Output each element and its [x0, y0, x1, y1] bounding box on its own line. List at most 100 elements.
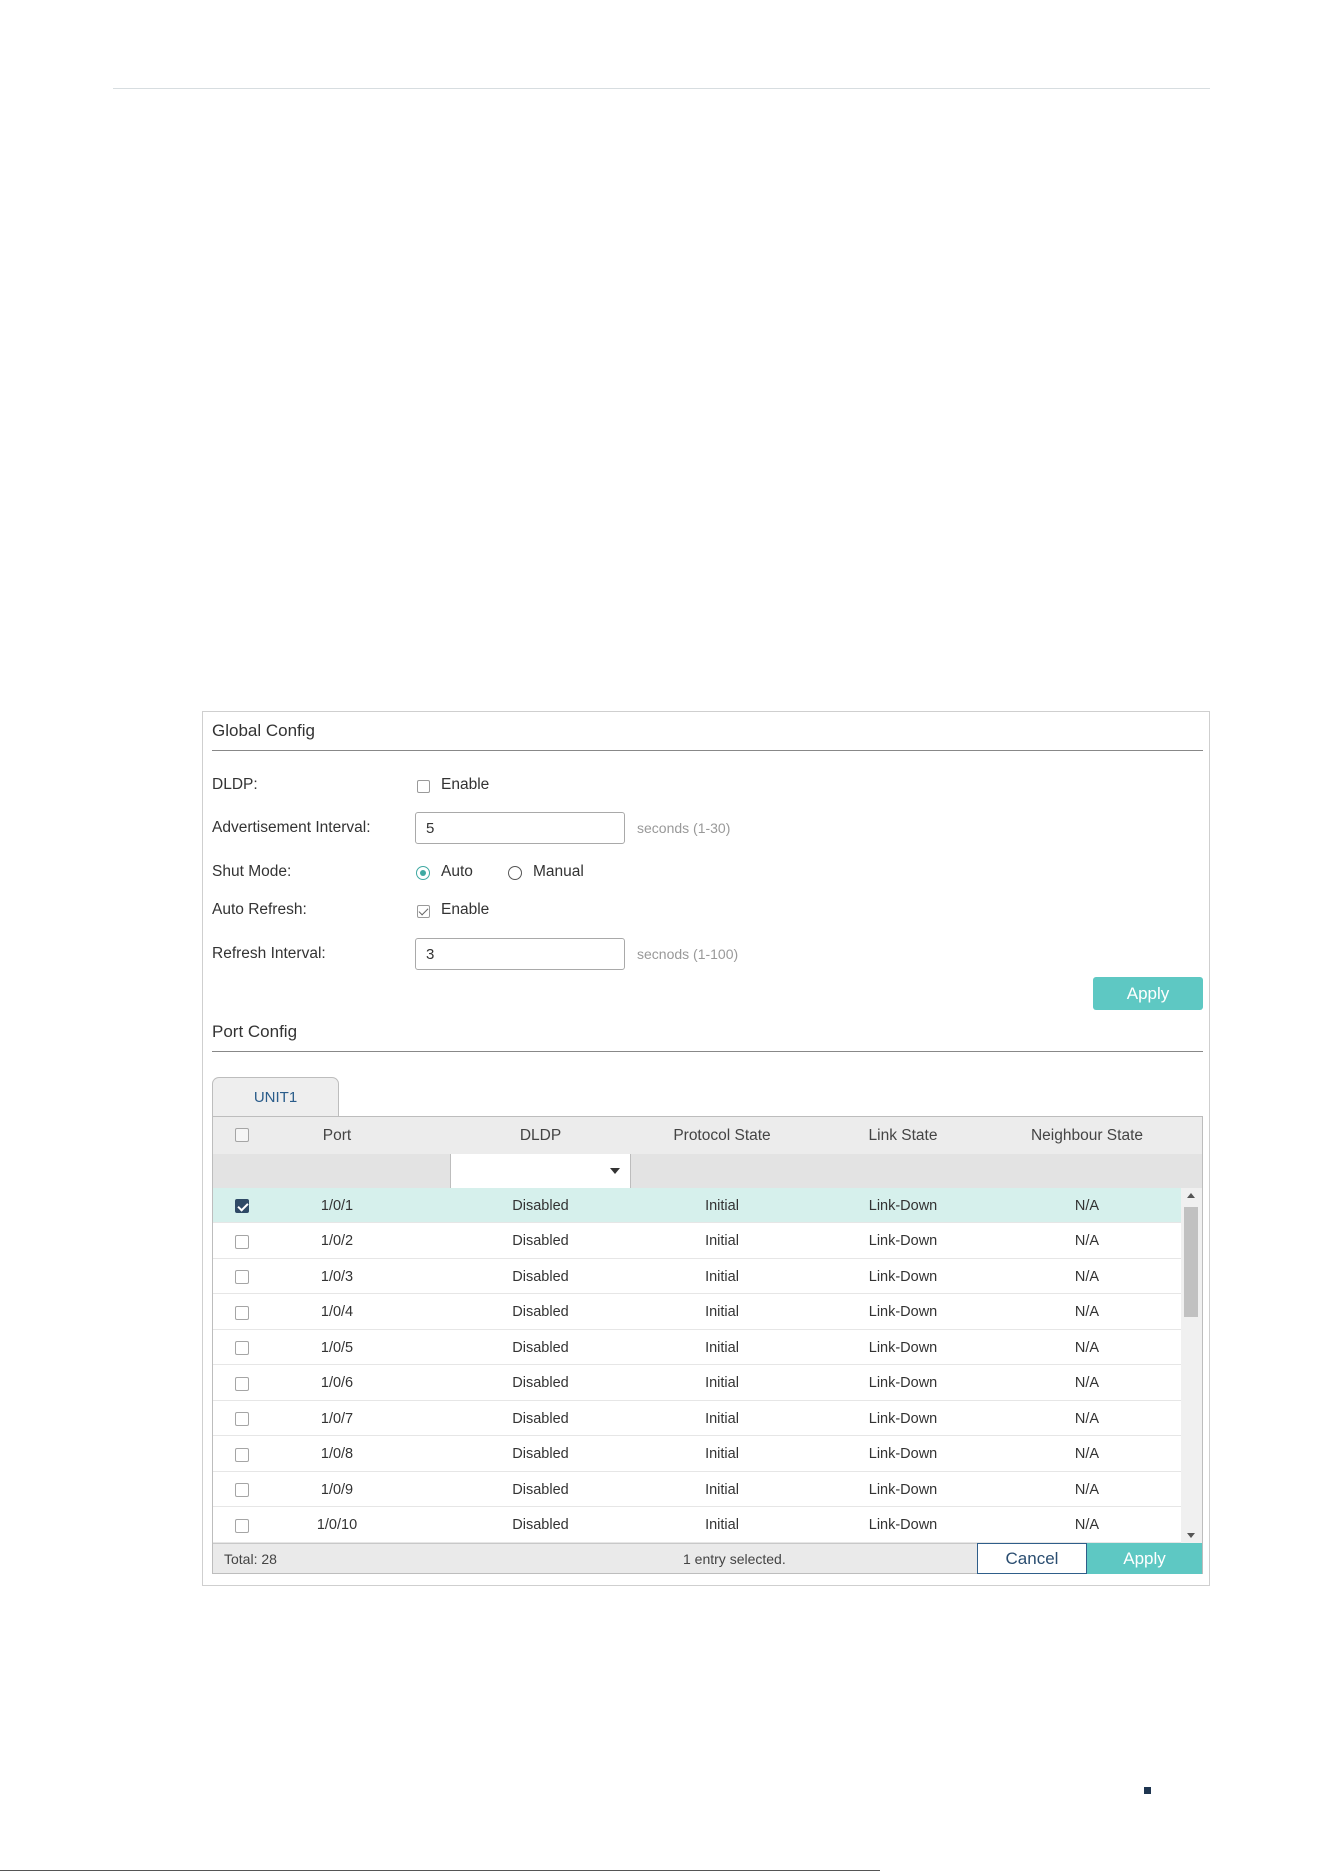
advertisement-interval-hint: seconds (1-30): [637, 820, 731, 836]
protocol-state-cell: Initial: [705, 1410, 739, 1427]
link-state-cell: Link-Down: [868, 1375, 938, 1391]
table-row[interactable]: 1/0/9 Disabled Initial Link-Down N/A: [213, 1472, 1181, 1507]
global-config-rule: [212, 750, 1203, 751]
row-checkbox[interactable]: [235, 1199, 249, 1213]
row-checkbox[interactable]: [235, 1341, 249, 1355]
neighbour-state-cell: N/A: [1074, 1197, 1100, 1214]
column-header-port[interactable]: Port: [273, 1117, 401, 1154]
shut-mode-manual-radio[interactable]: [508, 866, 522, 880]
link-state-cell: Link-Down: [868, 1481, 938, 1498]
auto-refresh-enable-checkbox[interactable]: [417, 905, 430, 918]
row-checkbox[interactable]: [235, 1376, 249, 1391]
port-config-title: Port Config: [212, 1022, 298, 1041]
auto-refresh-label: Auto Refresh:: [212, 901, 307, 918]
table-row[interactable]: 1/0/2 Disabled Initial Link-Down N/A: [213, 1224, 1181, 1259]
table-row[interactable]: 1/0/8 Disabled Initial Link-Down N/A: [213, 1437, 1181, 1472]
port-cell: 1/0/10: [316, 1517, 358, 1533]
dldp-label: DLDP:: [212, 776, 258, 793]
shut-mode-manual-label: Manual: [533, 863, 584, 880]
link-state-cell: Link-Down: [868, 1197, 938, 1214]
table-row[interactable]: 1/0/1 Disabled Initial Link-Down N/A: [213, 1188, 1181, 1223]
filter-row: [213, 1154, 1202, 1189]
row-checkbox[interactable]: [235, 1234, 249, 1249]
row-checkbox[interactable]: [235, 1447, 249, 1462]
dldp-cell: Disabled: [512, 1410, 569, 1427]
table-row[interactable]: 1/0/4 Disabled Initial Link-Down N/A: [213, 1295, 1181, 1330]
port-cell: 1/0/6: [320, 1375, 354, 1391]
tab-unit1[interactable]: UNIT1: [212, 1077, 339, 1117]
dldp-cell: Disabled: [512, 1233, 569, 1249]
port-cell: 1/0/7: [320, 1410, 354, 1427]
total-count: Total: 28: [224, 1551, 277, 1567]
dldp-cell: Disabled: [512, 1304, 569, 1320]
port-apply-button[interactable]: Apply: [1087, 1543, 1202, 1574]
port-cell: 1/0/5: [320, 1339, 354, 1356]
table-row[interactable]: 1/0/6 Disabled Initial Link-Down N/A: [213, 1366, 1181, 1401]
protocol-state-cell: Initial: [705, 1375, 739, 1391]
column-header-link-state[interactable]: Link State: [813, 1117, 993, 1154]
port-table: Port DLDP Protocol State Link State Neig…: [212, 1116, 1203, 1574]
link-state-cell: Link-Down: [868, 1304, 938, 1320]
cancel-button[interactable]: Cancel: [977, 1543, 1087, 1574]
scroll-thumb[interactable]: [1184, 1207, 1198, 1317]
page-bottom-rule: [0, 1870, 880, 1871]
scroll-down-arrow-icon[interactable]: [1187, 1533, 1195, 1538]
link-state-cell: Link-Down: [868, 1268, 938, 1285]
row-checkbox[interactable]: [235, 1518, 249, 1533]
port-cell: 1/0/4: [320, 1304, 354, 1320]
scroll-up-arrow-icon[interactable]: [1187, 1193, 1195, 1198]
row-checkbox[interactable]: [235, 1412, 249, 1426]
dldp-cell: Disabled: [512, 1268, 569, 1285]
neighbour-state-cell: N/A: [1074, 1446, 1100, 1462]
row-checkbox[interactable]: [235, 1305, 249, 1320]
link-state-cell: Link-Down: [868, 1446, 938, 1462]
dldp-enable-label: Enable: [441, 776, 490, 793]
table-row[interactable]: 1/0/3 Disabled Initial Link-Down N/A: [213, 1259, 1181, 1294]
neighbour-state-cell: N/A: [1074, 1233, 1100, 1249]
shut-mode-auto-radio[interactable]: [416, 866, 430, 880]
neighbour-state-cell: N/A: [1074, 1481, 1100, 1498]
global-apply-button[interactable]: Apply: [1093, 977, 1203, 1010]
advertisement-interval-label: Advertisement Interval:: [212, 819, 371, 836]
protocol-state-cell: Initial: [705, 1481, 739, 1498]
row-checkbox[interactable]: [235, 1270, 249, 1284]
protocol-state-cell: Initial: [705, 1197, 739, 1214]
protocol-state-cell: Initial: [705, 1446, 739, 1462]
shut-mode-auto-label: Auto: [441, 863, 473, 880]
refresh-interval-hint: secnods (1-100): [637, 946, 739, 962]
page-corner-mark: [1144, 1787, 1151, 1794]
protocol-state-cell: Initial: [705, 1304, 739, 1320]
shut-mode-label: Shut Mode:: [212, 863, 292, 880]
table-row[interactable]: 1/0/5 Disabled Initial Link-Down N/A: [213, 1330, 1181, 1365]
table-row[interactable]: 1/0/10 Disabled Initial Link-Down N/A: [213, 1508, 1181, 1543]
protocol-state-cell: Initial: [705, 1339, 739, 1356]
dldp-filter-select[interactable]: [450, 1154, 631, 1188]
protocol-state-cell: Initial: [705, 1233, 739, 1249]
table-scrollbar[interactable]: [1181, 1188, 1202, 1543]
neighbour-state-cell: N/A: [1074, 1304, 1100, 1320]
port-config-rule: [212, 1051, 1203, 1052]
port-cell: 1/0/8: [320, 1446, 354, 1462]
column-header-neighbour-state[interactable]: Neighbour State: [993, 1117, 1181, 1154]
protocol-state-cell: Initial: [705, 1517, 739, 1533]
protocol-state-cell: Initial: [705, 1268, 739, 1285]
refresh-interval-label: Refresh Interval:: [212, 945, 326, 962]
port-cell: 1/0/2: [320, 1233, 354, 1249]
table-row[interactable]: 1/0/7 Disabled Initial Link-Down N/A: [213, 1401, 1181, 1436]
dldp-enable-checkbox[interactable]: [417, 780, 430, 793]
advertisement-interval-input[interactable]: [415, 812, 625, 844]
dldp-cell: Disabled: [512, 1481, 569, 1498]
table-footer: Total: 28 1 entry selected. Cancel Apply: [213, 1543, 1202, 1574]
dldp-cell: Disabled: [512, 1446, 569, 1462]
neighbour-state-cell: N/A: [1074, 1517, 1100, 1533]
dldp-config-panel: Global Config DLDP: Enable Advertisement…: [202, 711, 1210, 1586]
select-all-checkbox[interactable]: [235, 1128, 249, 1142]
row-checkbox[interactable]: [235, 1483, 249, 1497]
port-cell: 1/0/3: [320, 1268, 354, 1285]
dldp-cell: Disabled: [512, 1517, 569, 1533]
column-header-protocol-state[interactable]: Protocol State: [631, 1117, 813, 1154]
neighbour-state-cell: N/A: [1074, 1375, 1100, 1391]
column-header-dldp[interactable]: DLDP: [450, 1117, 631, 1154]
port-cell: 1/0/9: [320, 1481, 354, 1498]
refresh-interval-input[interactable]: [415, 938, 625, 970]
